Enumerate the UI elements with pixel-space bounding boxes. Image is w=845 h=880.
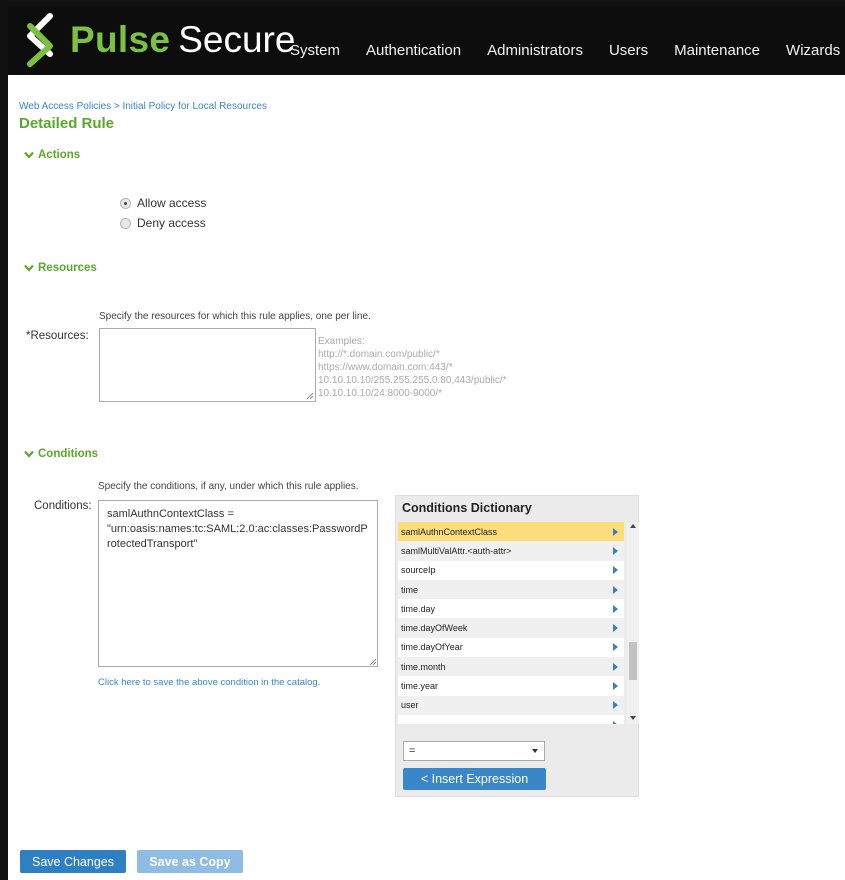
dictionary-item[interactable]: time.dayOfYear [398, 637, 624, 658]
dictionary-scrollbar[interactable] [627, 522, 639, 724]
brand-pulse: Pulse [70, 19, 171, 60]
arrow-right-icon [613, 604, 618, 613]
conditions-hint: Specify the conditions, if any, under wh… [98, 481, 359, 492]
scroll-down-icon[interactable] [630, 716, 636, 720]
chevron-down-icon [24, 450, 34, 458]
dictionary-item[interactable]: time.month [398, 657, 624, 677]
breadcrumb[interactable]: Web Access Policies > Initial Policy for… [19, 101, 267, 112]
resources-hint: Specify the resources for which this rul… [99, 311, 371, 322]
example-line: 10.10.10.10/255.255.255.0:80,443/public/… [318, 375, 507, 386]
dictionary-item[interactable] [398, 714, 624, 724]
dictionary-item[interactable]: samlAuthnContextClass [398, 522, 624, 542]
allow-access-option[interactable]: Allow access [120, 196, 206, 210]
conditions-textarea[interactable]: samlAuthnContextClass = "urn:oasis:names… [98, 500, 378, 667]
dictionary-list[interactable]: samlAuthnContextClass samlMultiValAttr.<… [398, 522, 624, 724]
nav-authentication[interactable]: Authentication [366, 42, 461, 59]
example-line: https://www.domain.com:443/* [318, 362, 453, 373]
scroll-up-icon[interactable] [630, 524, 636, 528]
dictionary-item-label: time.month [401, 661, 446, 672]
dictionary-item-label: time.day [401, 603, 436, 614]
page-title: Detailed Rule [19, 115, 115, 132]
deny-access-label: Deny access [137, 216, 206, 230]
pulse-secure-logo[interactable]: Pulse Secure [20, 10, 295, 70]
save-condition-link[interactable]: Click here to save the above condition i… [98, 677, 320, 688]
operator-select[interactable]: = [403, 741, 545, 761]
arrow-right-icon [613, 546, 618, 555]
save-changes-button[interactable]: Save Changes [20, 850, 126, 873]
caret-down-icon [532, 749, 538, 753]
conditions-section-toggle[interactable]: Conditions [24, 448, 98, 460]
arrow-right-icon [613, 643, 618, 652]
arrow-right-icon [613, 682, 618, 691]
dictionary-item-label: time.year [401, 681, 439, 692]
nav-wizards[interactable]: Wizards [786, 42, 840, 59]
dictionary-item[interactable]: time.year [398, 676, 624, 696]
arrow-right-icon [613, 585, 618, 594]
dictionary-item-label: user [401, 700, 419, 711]
nav-users[interactable]: Users [609, 42, 648, 59]
dictionary-item[interactable]: time.day [398, 599, 624, 619]
deny-access-radio[interactable] [120, 217, 131, 229]
dictionary-item[interactable]: user [398, 695, 624, 715]
operator-value: = [409, 745, 416, 757]
dictionary-title: Conditions Dictionary [402, 501, 532, 515]
dictionary-item-label: time [401, 584, 419, 595]
nav-maintenance[interactable]: Maintenance [674, 42, 760, 59]
actions-section-toggle[interactable]: Actions [24, 149, 80, 161]
examples-title: Examples: [318, 336, 365, 347]
example-line: 10.10.10.10/24:8000-9000/* [318, 388, 442, 399]
resize-grip-icon[interactable] [368, 657, 377, 666]
allow-access-label: Allow access [137, 196, 207, 210]
dictionary-item[interactable]: time [398, 579, 624, 600]
nav-administrators[interactable]: Administrators [487, 42, 583, 59]
resources-heading: Resources [38, 262, 97, 274]
insert-expression-button[interactable]: < Insert Expression [403, 768, 546, 790]
dictionary-item-label: samlMultiValAttr.<auth-attr> [401, 545, 512, 556]
example-line: http://*.domain.com/public/* [318, 349, 440, 360]
scrollbar-thumb[interactable] [629, 642, 637, 680]
brand-secure: Secure [178, 19, 296, 60]
actions-heading: Actions [38, 149, 81, 161]
dictionary-item-label: time.dayOfWeek [401, 623, 468, 634]
conditions-label: Conditions: [34, 500, 92, 512]
main-nav: System Authentication Administrators Use… [290, 42, 845, 59]
resources-label: *Resources: [26, 330, 89, 342]
pulse-logo-icon [27, 13, 53, 67]
dictionary-item-label: sourceIp [401, 565, 436, 576]
chevron-down-icon [24, 264, 34, 272]
arrow-right-icon [613, 624, 618, 633]
allow-access-radio[interactable] [120, 197, 131, 209]
conditions-dictionary: Conditions Dictionary samlAuthnContextCl… [395, 495, 639, 797]
arrow-right-icon [613, 566, 618, 575]
dictionary-item[interactable]: time.dayOfWeek [398, 618, 624, 638]
arrow-right-icon [613, 527, 618, 536]
arrow-right-icon [613, 701, 618, 710]
resize-grip-icon[interactable] [305, 391, 314, 400]
arrow-right-icon [613, 662, 618, 671]
resources-section-toggle[interactable]: Resources [24, 262, 97, 274]
dictionary-item[interactable]: sourceIp [398, 560, 624, 580]
top-bar: Pulse Secure System Authentication Admin… [8, 6, 845, 75]
dictionary-item-label: time.dayOfYear [401, 642, 463, 653]
resources-examples: Examples: http://*.domain.com/public/* h… [318, 335, 507, 400]
nav-system[interactable]: System [290, 42, 340, 59]
chevron-down-icon [24, 151, 34, 159]
dictionary-item[interactable]: samlMultiValAttr.<auth-attr> [398, 541, 624, 561]
arrow-right-icon [613, 720, 618, 724]
conditions-heading: Conditions [38, 448, 99, 460]
save-as-copy-button[interactable]: Save as Copy [137, 850, 243, 873]
deny-access-option[interactable]: Deny access [120, 216, 206, 230]
content-area: Web Access Policies > Initial Policy for… [8, 75, 845, 880]
dictionary-item-label: samlAuthnContextClass [401, 526, 498, 537]
resources-textarea[interactable] [99, 328, 316, 402]
